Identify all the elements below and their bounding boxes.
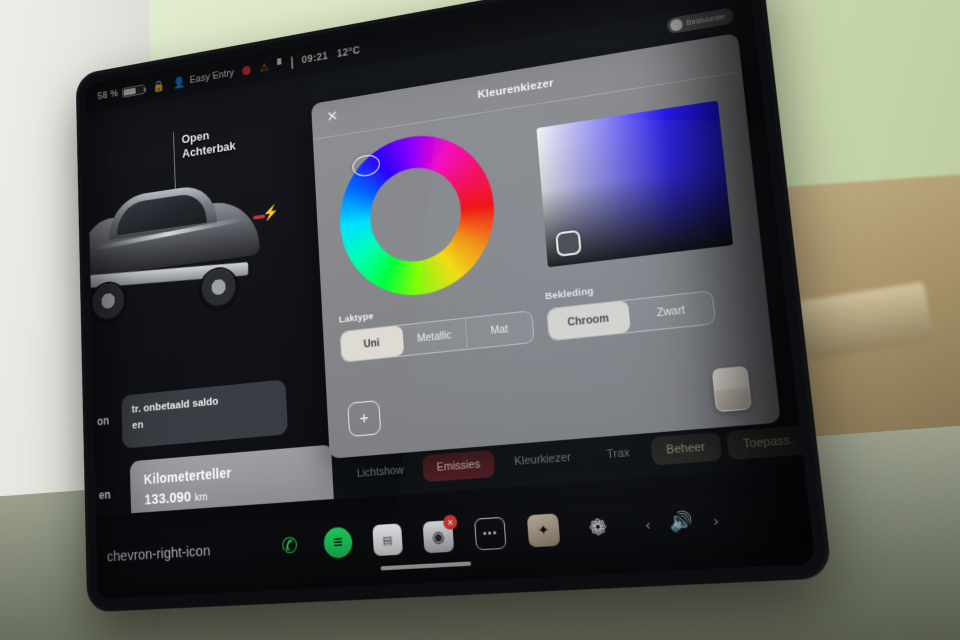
dock-icon-row: ✆ ≡ ▤ ◉ ✕ ••• ✦ ❁ [248,510,615,563]
warning-triangle-icon[interactable]: ⚠ [259,60,269,74]
saturation-value-container [510,77,763,289]
dock-back-icon[interactable]: chevron-right-icon [107,542,211,565]
screen-glass: 58 % 🔒 👤 Easy Entry ⚠ ▘▕ 09:21 12°C Best… [86,0,816,600]
car-status-panel: Open Achterbak ⚡ tr. onbetaald saldo en … [86,74,334,516]
open-trunk-action[interactable]: Open Achterbak [181,124,236,162]
record-dot-icon[interactable] [242,65,252,76]
lock-icon[interactable]: 🔒 [153,79,166,93]
hue-wheel-container [313,114,524,313]
fan-icon[interactable]: ❁ [581,510,616,545]
tab-lichtshow[interactable]: Lichtshow [343,456,418,488]
battery-icon [122,83,145,98]
tesla-touchscreen-wrapper: 58 % 🔒 👤 Easy Entry ⚠ ▘▕ 09:21 12°C Best… [0,0,960,640]
paint-type-option-metallic[interactable]: Metallic [402,318,468,356]
unpaid-balance-card[interactable]: tr. onbetaald saldo en [121,379,289,449]
battery-indicator[interactable]: 58 % [97,83,145,102]
tuner-icon[interactable]: ▤ [372,523,404,557]
tab-toepass-[interactable]: Toepass. [726,424,812,460]
profile-name-label: Bestuurder [686,13,727,27]
hue-handle[interactable] [351,152,381,178]
vehicle-render[interactable]: ⚡ [86,167,289,333]
temperature-label[interactable]: 12°C [337,45,361,60]
paint-type-option-mat[interactable]: Mat [466,311,534,348]
person-icon: 👤 [172,75,186,90]
battery-percent-label: 58 % [97,88,119,103]
trim-option-chroom[interactable]: Chroom [547,300,631,341]
easy-entry-indicator[interactable]: 👤 Easy Entry [173,66,234,89]
avatar-icon [669,18,684,33]
signal-bars-icon: ▘▕ [277,57,294,71]
apps-folder-icon[interactable]: ✦ [526,513,561,548]
media-prev-icon[interactable]: ‹ [645,516,651,533]
side-hint-b: en [98,487,111,503]
easy-entry-label: Easy Entry [189,67,235,86]
spotify-icon[interactable]: ≡ [323,526,354,559]
more-icon[interactable]: ••• [473,516,507,551]
tab-beheer[interactable]: Beheer [649,431,723,466]
odometer-unit: km [194,491,208,504]
rear-wheel [90,281,126,325]
phone-icon[interactable]: ✆ [275,530,304,562]
camera-badge-icon: ✕ [442,514,458,531]
color-picker-dialog: ✕ Kleurenkiezer Laktype Uni Metallic Mat… [311,32,781,459]
media-controls: ‹ 🔊 › [644,509,719,536]
tab-emissies[interactable]: Emissies [422,449,496,483]
charge-bolt-icon: ⚡ [262,203,280,223]
home-indicator[interactable] [380,561,472,571]
trim-option-zwart[interactable]: Zwart [628,291,715,332]
color-preview-swatch[interactable] [711,365,752,413]
clock-label: 09:21 [301,50,329,67]
saturation-value-square[interactable] [536,100,734,268]
add-color-button[interactable]: + [347,400,382,437]
screen-bezel: 58 % 🔒 👤 Easy Entry ⚠ ▘▕ 09:21 12°C Best… [78,0,828,609]
odometer-value: 133.090 [144,488,192,509]
volume-icon[interactable]: 🔊 [669,510,695,534]
paint-type-option-uni[interactable]: Uni [340,325,405,362]
side-hint-a: on [96,413,110,429]
tab-kleurkiezer[interactable]: Kleurkiezer [499,443,587,477]
hue-wheel[interactable] [335,124,500,304]
camera-icon[interactable]: ◉ ✕ [422,514,458,554]
tab-trax[interactable]: Trax [591,438,646,470]
media-next-icon[interactable]: › [712,512,719,529]
saturation-value-handle[interactable] [555,229,582,257]
